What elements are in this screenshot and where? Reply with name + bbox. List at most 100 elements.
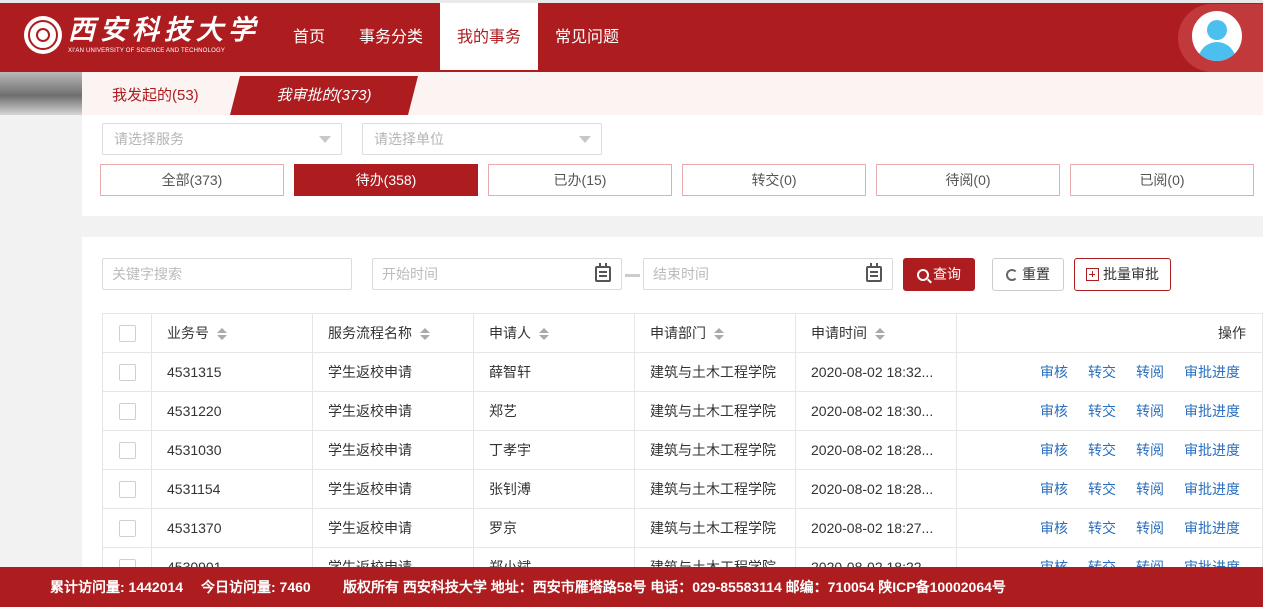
column-header-id[interactable]: 业务号 xyxy=(151,313,313,353)
sort-icon[interactable] xyxy=(420,328,430,341)
university-seal-icon xyxy=(24,16,62,54)
row-checkbox[interactable] xyxy=(118,558,136,567)
cell-actions: 审核 转交 转阅 审批进度 xyxy=(956,430,1263,470)
row-checkbox[interactable] xyxy=(118,402,136,420)
cell-time: 2020-08-02 18:30... xyxy=(795,391,957,431)
review-link[interactable]: 审核 xyxy=(1040,481,1068,497)
select-all-checkbox[interactable] xyxy=(118,324,136,342)
table-row: 4530901 学生返校申请 郑小斌 建筑与土木工程学院 2020-08-02 … xyxy=(102,547,1263,567)
end-date-placeholder: 结束时间 xyxy=(653,266,709,282)
status-transferred-button[interactable]: 转交(0) xyxy=(682,164,866,196)
row-checkbox[interactable] xyxy=(118,363,136,381)
cell-id: 4531220 xyxy=(151,391,313,431)
transfer-link[interactable]: 转交 xyxy=(1088,364,1116,380)
sort-icon[interactable] xyxy=(539,328,549,341)
sort-icon[interactable] xyxy=(875,328,885,341)
column-header-service[interactable]: 服务流程名称 xyxy=(312,313,474,353)
progress-link[interactable]: 审批进度 xyxy=(1184,481,1240,497)
column-header-time[interactable]: 申请时间 xyxy=(795,313,957,353)
status-done-button[interactable]: 已办(15) xyxy=(488,164,672,196)
forward-read-link[interactable]: 转阅 xyxy=(1136,520,1164,536)
avatar-icon[interactable] xyxy=(1192,11,1242,61)
column-header-applicant[interactable]: 申请人 xyxy=(473,313,635,353)
sort-icon[interactable] xyxy=(714,328,724,341)
nav-my-affairs[interactable]: 我的事务 xyxy=(440,3,539,70)
chevron-down-icon xyxy=(579,136,591,143)
review-link[interactable]: 审核 xyxy=(1040,403,1068,419)
transfer-link[interactable]: 转交 xyxy=(1088,442,1116,458)
review-link[interactable]: 审核 xyxy=(1040,364,1068,380)
cell-service: 学生返校申请 xyxy=(312,547,474,567)
select-all-cell xyxy=(102,313,152,353)
batch-approve-label: 批量审批 xyxy=(1103,266,1159,282)
today-visits: 今日访问量: 7460 xyxy=(201,579,311,595)
transfer-link[interactable]: 转交 xyxy=(1088,520,1116,536)
transfer-link[interactable]: 转交 xyxy=(1088,559,1116,567)
forward-read-link[interactable]: 转阅 xyxy=(1136,559,1164,567)
cell-applicant: 张钊溥 xyxy=(473,469,635,509)
status-all-button[interactable]: 全部(373) xyxy=(100,164,284,196)
row-checkbox[interactable] xyxy=(118,519,136,537)
row-checkbox[interactable] xyxy=(118,441,136,459)
nav-faq[interactable]: 常见问题 xyxy=(538,3,636,70)
cell-dept: 建筑与土木工程学院 xyxy=(634,430,796,470)
progress-link[interactable]: 审批进度 xyxy=(1184,403,1240,419)
forward-read-link[interactable]: 转阅 xyxy=(1136,364,1164,380)
cell-actions: 审核 转交 转阅 审批进度 xyxy=(956,547,1263,567)
cell-time: 2020-08-02 18:28... xyxy=(795,430,957,470)
cell-applicant: 薛智轩 xyxy=(473,352,635,392)
progress-link[interactable]: 审批进度 xyxy=(1184,442,1240,458)
transfer-link[interactable]: 转交 xyxy=(1088,481,1116,497)
table-row: 4531030 学生返校申请 丁孝宇 建筑与土木工程学院 2020-08-02 … xyxy=(102,430,1263,470)
cell-service: 学生返校申请 xyxy=(312,391,474,431)
row-checkbox[interactable] xyxy=(118,480,136,498)
nav-categories[interactable]: 事务分类 xyxy=(342,3,440,70)
search-icon xyxy=(917,268,929,281)
keyword-search-input[interactable]: 关键字搜索 xyxy=(102,258,352,290)
progress-link[interactable]: 审批进度 xyxy=(1184,559,1240,567)
list-panel: 关键字搜索 开始时间 结束时间 查询 重置 批量审批 业务号 服务流程名称 申请… xyxy=(82,237,1263,567)
table-row: 4531154 学生返校申请 张钊溥 建筑与土木工程学院 2020-08-02 … xyxy=(102,469,1263,509)
university-logo[interactable]: 西安科技大学 XI'AN UNIVERSITY OF SCIENCE AND T… xyxy=(24,16,260,54)
status-to-read-button[interactable]: 待阅(0) xyxy=(876,164,1060,196)
query-button[interactable]: 查询 xyxy=(903,258,975,291)
calendar-icon[interactable] xyxy=(866,263,882,282)
review-link[interactable]: 审核 xyxy=(1040,442,1068,458)
start-date-input[interactable]: 开始时间 xyxy=(372,258,622,290)
progress-link[interactable]: 审批进度 xyxy=(1184,364,1240,380)
forward-read-link[interactable]: 转阅 xyxy=(1136,481,1164,497)
unit-select[interactable]: 请选择单位 xyxy=(362,123,602,155)
calendar-icon[interactable] xyxy=(595,263,611,282)
column-label: 申请时间 xyxy=(811,325,867,341)
column-header-dept[interactable]: 申请部门 xyxy=(634,313,796,353)
review-link[interactable]: 审核 xyxy=(1040,559,1068,567)
review-link[interactable]: 审核 xyxy=(1040,520,1068,536)
cell-dept: 建筑与土木工程学院 xyxy=(634,391,796,431)
batch-approve-button[interactable]: 批量审批 xyxy=(1074,258,1171,291)
end-date-input[interactable]: 结束时间 xyxy=(643,258,893,290)
table-row: 4531315 学生返校申请 薛智轩 建筑与土木工程学院 2020-08-02 … xyxy=(102,352,1263,392)
start-date-placeholder: 开始时间 xyxy=(382,266,438,282)
column-label: 服务流程名称 xyxy=(328,325,412,341)
transfer-link[interactable]: 转交 xyxy=(1088,403,1116,419)
status-pending-button[interactable]: 待办(358) xyxy=(294,164,478,196)
row-select-cell xyxy=(102,430,152,470)
user-menu[interactable] xyxy=(1178,4,1263,72)
service-select[interactable]: 请选择服务 xyxy=(102,123,342,155)
header: 西安科技大学 XI'AN UNIVERSITY OF SCIENCE AND T… xyxy=(0,0,1263,72)
forward-read-link[interactable]: 转阅 xyxy=(1136,403,1164,419)
reset-button[interactable]: 重置 xyxy=(992,258,1064,291)
tab-approval[interactable]: 我审批的(373) xyxy=(230,76,418,115)
service-select-placeholder: 请选择服务 xyxy=(114,131,184,147)
row-select-cell xyxy=(102,547,152,567)
status-read-button[interactable]: 已阅(0) xyxy=(1070,164,1254,196)
nav-home[interactable]: 首页 xyxy=(276,3,342,70)
forward-read-link[interactable]: 转阅 xyxy=(1136,442,1164,458)
cell-id: 4531315 xyxy=(151,352,313,392)
progress-link[interactable]: 审批进度 xyxy=(1184,520,1240,536)
total-visits: 累计访问量: 1442014 xyxy=(50,579,184,595)
tab-initiated[interactable]: 我发起的(53) xyxy=(112,76,199,115)
affairs-table: 业务号 服务流程名称 申请人 申请部门 申请时间 操作 4531315 学生返校… xyxy=(102,313,1263,567)
footer: 累计访问量: 1442014 今日访问量: 7460 版权所有 西安科技大学 地… xyxy=(0,567,1263,607)
sort-icon[interactable] xyxy=(217,328,227,341)
